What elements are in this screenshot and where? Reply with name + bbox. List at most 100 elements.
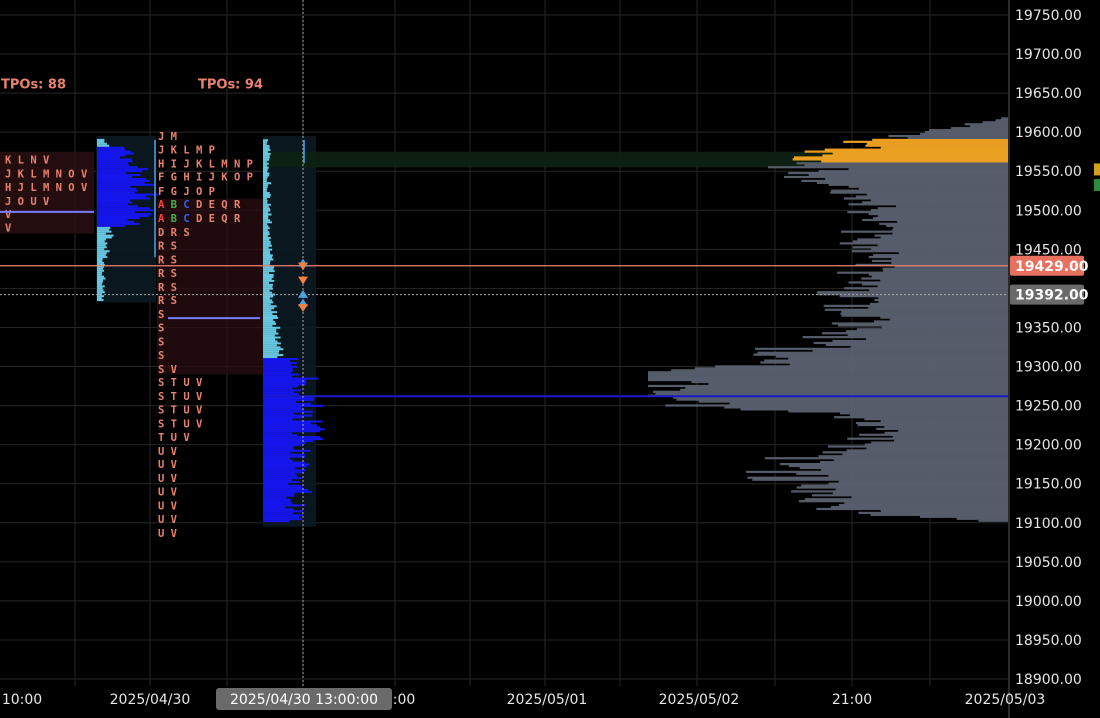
price-tick-label: 19150.00 — [1015, 477, 1082, 493]
composite-volume-bar — [825, 343, 1008, 347]
composite-volume-bar — [788, 357, 1008, 360]
composite-volume-bar — [648, 377, 1008, 380]
composite-volume-bar — [648, 371, 1008, 374]
market-profile-chart[interactable]: K L N VJ K L M N O VH J L M N O VJ O U V… — [0, 0, 1100, 718]
tpo-row: K L N V — [5, 155, 50, 167]
session-volume-bar — [97, 281, 103, 284]
tpo-letter-C: C — [183, 199, 196, 211]
session-volume-bar — [263, 410, 313, 413]
tpo-letter-V: V — [43, 155, 50, 167]
tpo-row: R S — [158, 295, 177, 307]
tpo-letter-V: V — [183, 432, 190, 444]
composite-volume-bar — [801, 179, 1008, 182]
session-volume-bar — [263, 260, 271, 263]
price-tick-label: 19200.00 — [1015, 438, 1082, 454]
session-volume-bar — [263, 441, 306, 444]
tpo-letter-U: U — [183, 419, 196, 431]
session-volume-bar — [263, 242, 271, 245]
session-volume-bar — [263, 354, 284, 357]
session-volume-bar — [263, 482, 289, 485]
composite-volume-bar — [776, 355, 1008, 358]
composite-volume-bar — [868, 273, 1008, 276]
composite-volume-bar — [868, 255, 1008, 259]
composite-volume-bar — [789, 363, 1008, 366]
composite-volume-bar — [891, 261, 1008, 265]
tpo-letter-U: U — [158, 459, 171, 471]
composite-volume-bar — [862, 201, 1008, 204]
session-volume-bar — [263, 139, 269, 142]
composite-volume-bar — [827, 445, 1008, 448]
session-volume-bar — [263, 477, 302, 480]
tpo-row: U V — [158, 446, 178, 458]
tpo-row: F G H I J K O P — [158, 172, 253, 184]
session-volume-bar — [263, 518, 302, 521]
session-volume-bar — [263, 195, 271, 198]
session-volume-bar — [263, 363, 291, 366]
session-volume-bar — [97, 224, 126, 227]
composite-volume-bar — [796, 486, 1008, 489]
tpo-letter-F: F — [158, 172, 171, 184]
composite-volume-bar — [816, 507, 1008, 511]
session-volume-bar — [97, 238, 106, 241]
session-volume-bar — [263, 217, 269, 220]
composite-volume-bar — [845, 330, 1008, 333]
tpo-letter-J: J — [18, 182, 31, 194]
composite-volume-bar — [851, 496, 1008, 499]
composite-volume-bar — [880, 236, 1008, 239]
session-volume-bar — [97, 205, 139, 208]
composite-volume-bar — [882, 269, 1008, 272]
session-volume-bar — [263, 207, 270, 210]
session-volume-bar — [263, 231, 270, 234]
composite-volume-bar — [873, 254, 1008, 257]
composite-volume-bar — [919, 515, 1008, 518]
composite-volume-bar — [822, 154, 1008, 157]
composite-volume-bar — [880, 316, 1008, 319]
composite-volume-bar — [838, 480, 1008, 483]
session-volume-bar — [97, 258, 103, 261]
session-volume-bar — [97, 254, 106, 257]
session-volume-bar — [263, 147, 270, 150]
tpo-row: U V — [158, 514, 178, 526]
tpo-letter-S: S — [158, 350, 164, 362]
tpo-letter-N: N — [56, 169, 69, 181]
tpo-row: A B C D E Q R — [158, 199, 241, 211]
composite-volume-bar — [812, 494, 1008, 497]
composite-volume-bar — [873, 216, 1008, 220]
session-volume-bar — [263, 404, 323, 407]
composite-volume-bar — [950, 127, 1008, 130]
session-volume-bar — [263, 432, 292, 435]
tpo-row: T U V — [158, 432, 190, 444]
session-volume-bar — [263, 502, 293, 505]
session-volume-bar — [263, 402, 312, 405]
time-tick-label: 10:00 — [2, 692, 42, 708]
session-volume-bar — [263, 393, 299, 396]
composite-volume-bar — [760, 361, 1008, 364]
session-volume-bar — [263, 303, 271, 306]
tpo-letter-A: A — [158, 199, 171, 211]
session-volume-bar — [263, 418, 293, 421]
session-volume-bar — [263, 332, 279, 335]
session-volume-bar — [263, 500, 291, 503]
session-volume-bar — [97, 195, 146, 198]
session-volume-bar — [263, 150, 268, 153]
tpo-letter-J: J — [183, 158, 196, 170]
session-volume-bar — [263, 473, 296, 476]
session-volume-bar — [97, 174, 141, 177]
session-volume-bar — [97, 256, 108, 259]
composite-volume-bar — [859, 433, 1008, 436]
tpo-row: R S — [158, 282, 177, 294]
session-volume-bar — [97, 148, 126, 151]
tpo-letter-R: R — [158, 282, 171, 294]
composite-volume-bar — [824, 148, 1008, 151]
session-volume-bar — [263, 479, 292, 482]
composite-volume-bar — [878, 300, 1008, 304]
composite-volume-bar — [752, 478, 1008, 481]
composite-volume-bar — [852, 240, 1008, 243]
composite-volume-bar — [746, 470, 1008, 473]
composite-volume-bar — [880, 509, 1008, 513]
composite-volume-bar — [819, 461, 1008, 464]
tpo-letter-R: R — [234, 199, 241, 211]
composite-volume-bar — [924, 130, 1008, 134]
right-edge-indicator — [1094, 163, 1100, 176]
composite-volume-bar — [691, 380, 1008, 384]
